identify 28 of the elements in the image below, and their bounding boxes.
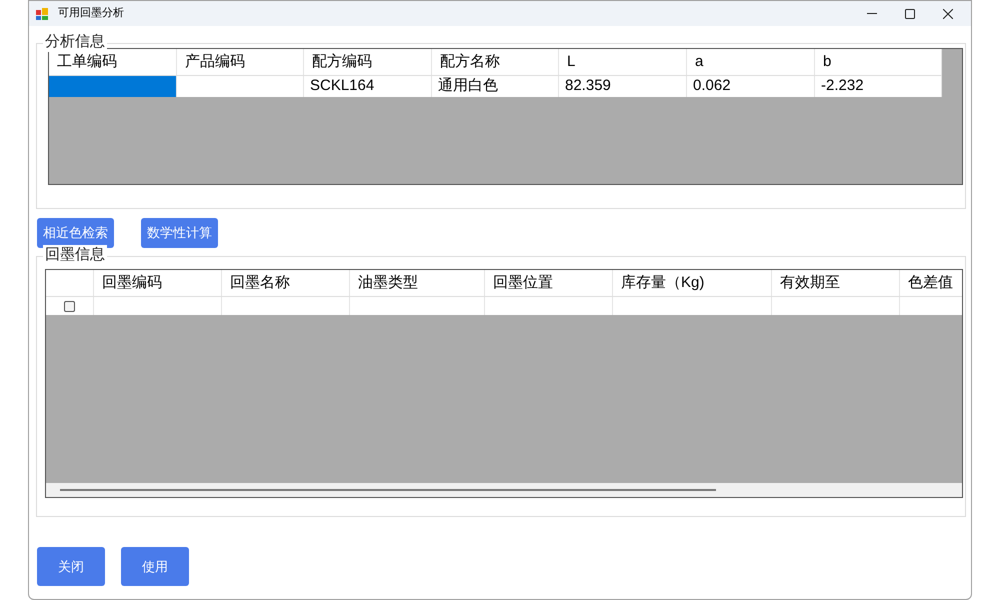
row-checkbox[interactable] bbox=[64, 300, 75, 312]
column-header[interactable]: 回墨编码 bbox=[94, 270, 222, 296]
column-header[interactable]: a bbox=[687, 49, 815, 75]
column-header[interactable]: 库存量（Kg) bbox=[613, 270, 772, 296]
column-header[interactable]: 产品编码 bbox=[177, 49, 304, 75]
dialog-button[interactable]: 关闭 bbox=[37, 547, 105, 586]
action-button[interactable]: 相近色检索 bbox=[37, 218, 114, 248]
maximize-icon bbox=[905, 8, 915, 18]
action-button[interactable]: 数学性计算 bbox=[141, 218, 218, 248]
column-header[interactable]: 有效期至 bbox=[772, 270, 900, 296]
minimize-icon bbox=[867, 12, 877, 14]
window-title: 可用回墨分析 bbox=[58, 6, 124, 22]
scrollbar-thumb[interactable] bbox=[60, 489, 716, 491]
column-header[interactable]: L bbox=[559, 49, 687, 75]
column-header[interactable]: 油墨类型 bbox=[350, 270, 485, 296]
column-header[interactable]: 回墨位置 bbox=[485, 270, 613, 296]
horizontal-scrollbar[interactable] bbox=[46, 483, 962, 497]
column-header[interactable]: 配方名称 bbox=[432, 49, 559, 75]
table-cell[interactable] bbox=[49, 76, 177, 97]
column-header[interactable]: 配方编码 bbox=[304, 49, 432, 75]
column-header[interactable]: 工单编码 bbox=[49, 49, 177, 75]
group-title: 分析信息 bbox=[43, 32, 107, 52]
column-header[interactable]: 回墨名称 bbox=[222, 270, 350, 296]
close-icon bbox=[943, 8, 953, 18]
column-header[interactable]: b bbox=[815, 49, 942, 75]
column-header[interactable]: 色差值 bbox=[900, 270, 962, 296]
app-icon bbox=[36, 8, 48, 20]
dialog-button[interactable]: 使用 bbox=[121, 547, 189, 586]
